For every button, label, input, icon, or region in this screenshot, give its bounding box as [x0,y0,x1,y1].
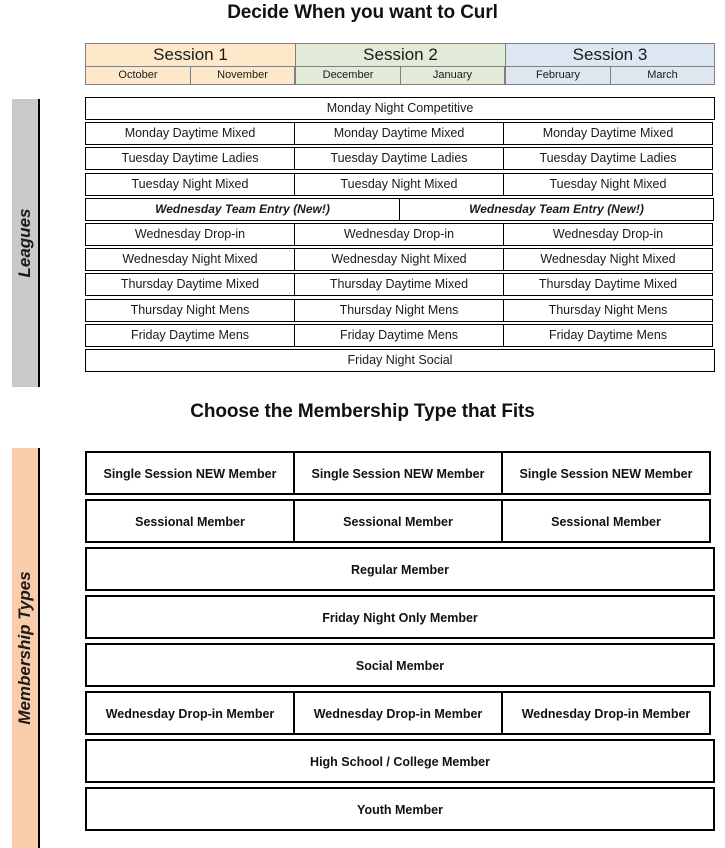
session-month-cell: December [295,67,400,85]
membership-row: High School / College Member [85,739,715,783]
category-band-leagues-label: Leagues [15,208,34,278]
membership-row: Social Member [85,643,715,687]
league-cell[interactable]: Tuesday Daytime Ladies [503,147,713,171]
session-name-row: Session 1 Session 2 Session 3 [85,43,715,67]
membership-row: Sessional Member Sessional Member Sessiona… [85,499,715,543]
page-title-leagues: Decide When you want to Curl [227,2,498,23]
membership-row: Regular Member [85,547,715,591]
membership-types-grid: Single Session NEW Member Single Session … [85,451,715,835]
league-cell[interactable]: Monday Daytime Mixed [85,122,295,146]
membership-cell[interactable]: Sessional Member [501,499,711,543]
session-month-cell: January [400,67,505,85]
league-cell[interactable]: Wednesday Team Entry (New!) [85,197,400,221]
league-cell[interactable]: Tuesday Night Mixed [294,172,504,196]
league-cell[interactable]: Thursday Night Mens [503,298,713,322]
membership-row: Single Session NEW Member Single Session … [85,451,715,495]
session-month-cell: March [610,67,715,85]
membership-row: Friday Night Only Member [85,595,715,639]
membership-cell[interactable]: Wednesday Drop-in Member [85,691,295,735]
membership-cell[interactable]: Social Member [85,643,715,687]
league-row: Thursday Daytime Mixed Thursday Daytime M… [85,273,715,297]
league-row: Tuesday Night Mixed Tuesday Night Mixed Tu… [85,172,715,196]
league-cell[interactable]: Tuesday Daytime Ladies [294,147,504,171]
session-header-cell: Session 1 [85,43,295,67]
membership-cell[interactable]: Single Session NEW Member [501,451,711,495]
page-title-membership: Choose the Membership Type that Fits [190,401,535,422]
session-header-table: Session 1 Session 2 Session 3 October Novem… [85,43,715,85]
league-cell[interactable]: Wednesday Night Mixed [294,248,504,272]
league-cell[interactable]: Tuesday Daytime Ladies [85,147,295,171]
membership-cell[interactable]: Youth Member [85,787,715,831]
category-band-membership-types-label: Membership Types [15,571,34,725]
category-band-membership-types: Membership Types [12,448,40,848]
league-row: Friday Daytime Mens Friday Daytime Mens Fr… [85,323,715,347]
league-cell[interactable]: Wednesday Drop-in [503,222,713,246]
category-band-leagues: Leagues [12,99,40,387]
league-cell[interactable]: Thursday Daytime Mixed [294,273,504,297]
membership-cell[interactable]: Wednesday Drop-in Member [293,691,503,735]
league-row: Thursday Night Mens Thursday Night Mens Th… [85,298,715,322]
session-month-row: October November December January February Ma… [85,67,715,85]
league-cell[interactable]: Friday Daytime Mens [294,323,504,347]
league-cell[interactable]: Monday Night Competitive [85,97,715,120]
membership-cell[interactable]: Single Session NEW Member [293,451,503,495]
league-cell[interactable]: Thursday Night Mens [85,298,295,322]
session-header-cell: Session 3 [505,43,715,67]
session-header-cell: Session 2 [295,43,505,67]
league-cell[interactable]: Wednesday Drop-in [294,222,504,246]
league-cell[interactable]: Friday Night Social [85,348,715,372]
league-row: Friday Night Social [85,348,715,372]
session-month-cell: February [505,67,610,85]
session-month-cell: November [190,67,295,85]
membership-cell[interactable]: Friday Night Only Member [85,595,715,639]
league-cell[interactable]: Thursday Daytime Mixed [503,273,713,297]
membership-cell[interactable]: Single Session NEW Member [85,451,295,495]
league-cell[interactable]: Monday Daytime Mixed [503,122,713,146]
membership-cell[interactable]: Sessional Member [85,499,295,543]
leagues-grid: Monday Night Competitive Monday Daytime M… [85,97,715,374]
league-row: Monday Daytime Mixed Monday Daytime Mixed… [85,122,715,146]
league-row: Wednesday Drop-in Wednesday Drop-in Wednes… [85,222,715,246]
membership-row: Wednesday Drop-in Member Wednesday Drop-i… [85,691,715,735]
membership-cell[interactable]: Regular Member [85,547,715,591]
league-cell[interactable]: Friday Daytime Mens [85,323,295,347]
league-cell[interactable]: Tuesday Night Mixed [85,172,295,196]
membership-row: Youth Member [85,787,715,831]
league-cell[interactable]: Wednesday Night Mixed [85,248,295,272]
league-cell[interactable]: Wednesday Night Mixed [503,248,713,272]
league-row: Wednesday Night Mixed Wednesday Night Mix… [85,248,715,272]
league-cell[interactable]: Wednesday Team Entry (New!) [399,197,714,221]
league-cell[interactable]: Monday Daytime Mixed [294,122,504,146]
league-cell[interactable]: Tuesday Night Mixed [503,172,713,196]
membership-cell[interactable]: High School / College Member [85,739,715,783]
membership-cell[interactable]: Sessional Member [293,499,503,543]
league-cell[interactable]: Thursday Daytime Mixed [85,273,295,297]
league-row: Monday Night Competitive [85,97,715,120]
league-row: Tuesday Daytime Ladies Tuesday Daytime La… [85,147,715,171]
league-cell[interactable]: Friday Daytime Mens [503,323,713,347]
league-cell[interactable]: Thursday Night Mens [294,298,504,322]
session-month-cell: October [85,67,190,85]
league-row: Wednesday Team Entry (New!) Wednesday Tea… [85,197,715,221]
membership-cell[interactable]: Wednesday Drop-in Member [501,691,711,735]
league-cell[interactable]: Wednesday Drop-in [85,222,295,246]
